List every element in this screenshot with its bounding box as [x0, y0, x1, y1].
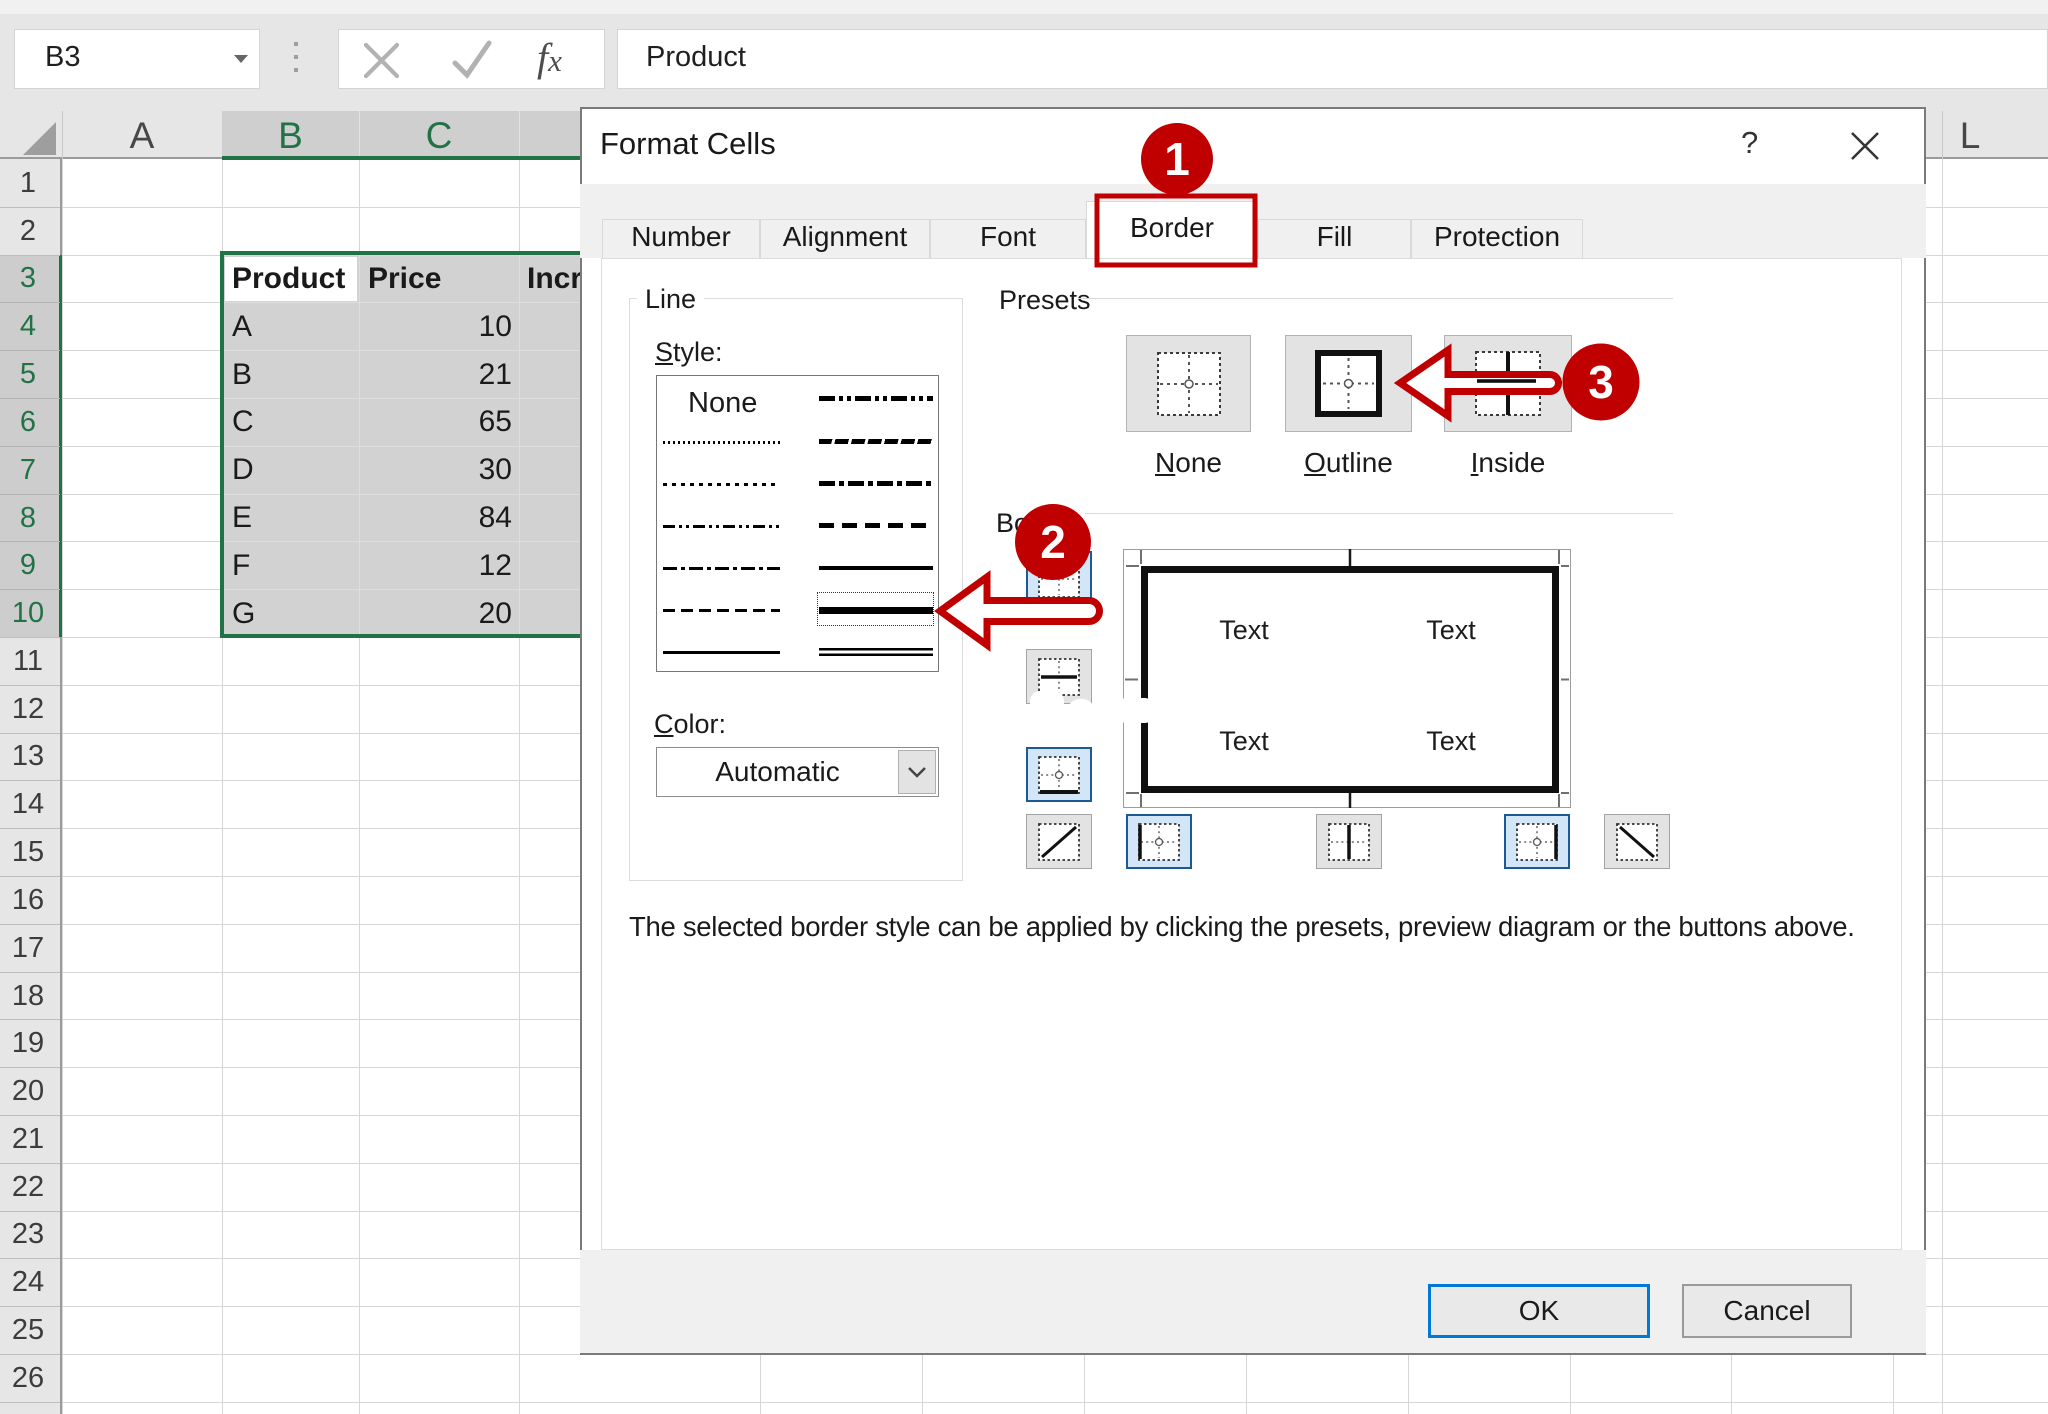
- svg-text:3: 3: [1588, 356, 1614, 408]
- svg-text:1: 1: [1164, 133, 1190, 185]
- svg-text:2: 2: [1040, 516, 1066, 568]
